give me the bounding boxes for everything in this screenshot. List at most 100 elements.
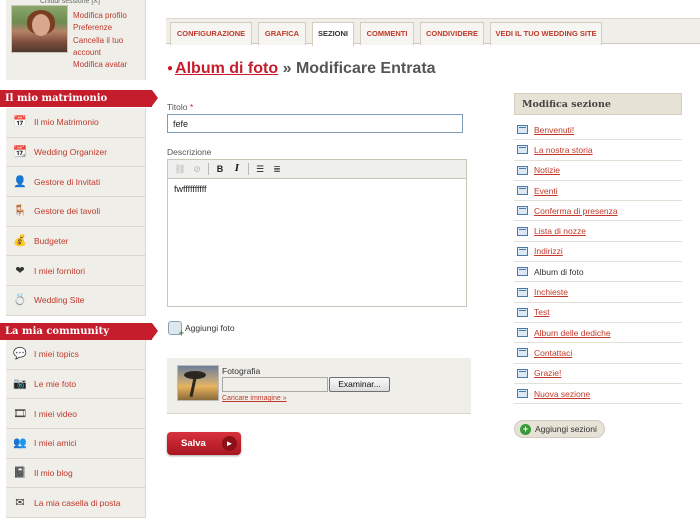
tabs-bar: CONFIGURAZIONE GRAFICA SEZIONI COMMENTI COND… — [166, 18, 700, 46]
section-item[interactable]: Test — [514, 303, 682, 323]
sidebar-item[interactable]: 📆 Wedding Organizer — [6, 138, 145, 168]
bold-button[interactable]: B — [213, 162, 227, 176]
tab[interactable]: VEDI IL TUO WEDDING SITE — [490, 22, 602, 45]
page-icon — [517, 125, 528, 135]
sections-panel-title: Modifica sezione — [514, 93, 682, 115]
sidebar-item-label: I miei topics — [34, 349, 79, 360]
sidebar-item[interactable]: 📅 Il mio Matrimonio — [6, 108, 145, 138]
save-button[interactable]: Salva ► — [167, 432, 241, 455]
add-photo-label: Aggiungi foto — [185, 323, 235, 333]
avatar[interactable] — [11, 5, 68, 53]
sidebar-item[interactable]: ✉ La mia casella di posta — [6, 488, 145, 519]
page-icon — [517, 246, 528, 256]
sidebar-item-label: Gestore dei tavoli — [34, 206, 101, 217]
sidebar-item-label: La mia casella di posta — [34, 497, 121, 508]
section-title-community: La mia community — [0, 323, 158, 340]
tab[interactable]: COMMENTI — [360, 22, 414, 45]
file-input[interactable] — [222, 377, 328, 392]
section-item-label: Test — [534, 307, 550, 318]
sidebar-item-label: I miei amici — [34, 438, 77, 449]
calendar-clock-icon: 📅 — [13, 116, 27, 129]
section-title-wedding: Il mio matrimonio — [0, 90, 158, 107]
page-icon — [517, 328, 528, 338]
description-textarea[interactable]: fwffffffffff — [168, 179, 466, 199]
section-item-label: Lista di nozze — [534, 226, 586, 237]
section-item-label: Benvenuti! — [534, 124, 575, 135]
link-icon[interactable]: ⛓ — [173, 162, 187, 176]
mailbox-icon: ✉ — [15, 496, 25, 509]
page-icon — [517, 165, 528, 175]
sidebar-item[interactable]: 💰 Budgeter — [6, 227, 145, 257]
unlink-icon[interactable]: ⊘ — [190, 162, 204, 176]
planner-icon: 📆 — [13, 146, 27, 159]
section-item[interactable]: Nuova sezione — [514, 384, 682, 405]
section-item[interactable]: Conferma di presenza — [514, 201, 682, 222]
page-icon — [517, 287, 528, 297]
numbered-list-icon[interactable]: ≣ — [270, 162, 284, 176]
sidebar-item[interactable]: 🪑 Gestore dei tavoli — [6, 197, 145, 227]
sidebar-item-label: Budgeter — [34, 236, 69, 247]
italic-button[interactable]: I — [230, 162, 244, 176]
add-photo-button[interactable]: Aggiungi foto — [168, 321, 235, 338]
tab[interactable]: CONFIGURAZIONE — [170, 22, 252, 45]
save-label: Salva — [181, 438, 206, 449]
page-icon — [517, 307, 528, 317]
bullet-list-icon[interactable]: ☰ — [253, 162, 267, 176]
section-item[interactable]: Album delle dediche — [514, 323, 682, 344]
sidebar-item[interactable]: 📓 Il mio blog — [6, 459, 145, 489]
section-item-label: Eventi — [534, 185, 558, 196]
edit-avatar-link[interactable]: Modifica avatar — [73, 59, 145, 71]
section-item-label: Conferma di presenza — [534, 205, 618, 216]
section-item[interactable]: Lista di nozze — [514, 221, 682, 242]
blog-icon: 📓 — [13, 467, 27, 480]
upload-image-link[interactable]: Caricare immagine » — [222, 395, 287, 402]
section-item[interactable]: Album di foto — [514, 262, 682, 283]
add-section-button[interactable]: + Aggiungi sezioni — [514, 420, 605, 438]
sidebar-item-label: Gestore di Invitati — [34, 176, 101, 187]
section-item[interactable]: Inchieste — [514, 282, 682, 303]
friends-icon: 👥 — [13, 437, 27, 450]
section-item-label: Contattaci — [534, 347, 573, 358]
page-icon — [517, 348, 528, 358]
sidebar-item[interactable]: 👤 Gestore di Invitati — [6, 167, 145, 198]
section-item[interactable]: Contattaci — [514, 343, 682, 364]
photo-upload-row: Fotografia Examinar... Caricare immagine… — [167, 358, 471, 414]
photo-icon: 📷 — [13, 378, 27, 391]
sidebar-item[interactable]: 📷 Le mie foto — [6, 370, 145, 400]
section-item[interactable]: Grazie! — [514, 364, 682, 384]
section-item[interactable]: La nostra storia — [514, 140, 682, 161]
breadcrumb-link[interactable]: Album di foto — [175, 60, 278, 77]
section-item[interactable]: Notizie — [514, 161, 682, 181]
tab[interactable]: GRAFICA — [258, 22, 306, 45]
title-input[interactable] — [167, 114, 463, 133]
sidebar-item-label: I miei video — [34, 408, 77, 419]
sidebar-item[interactable]: ❤ I miei fornitori — [6, 256, 145, 287]
browse-button[interactable]: Examinar... — [329, 377, 390, 392]
page-icon — [517, 389, 528, 398]
profile-links: Modifica profilo Preferenze Cancella il … — [73, 10, 145, 71]
edit-profile-link[interactable]: Modifica profilo — [73, 10, 145, 22]
sidebar-item-label: Wedding Site — [34, 295, 85, 306]
tab[interactable]: SEZIONI — [312, 22, 354, 46]
budget-icon: 💰 — [13, 235, 27, 248]
community-menu: 💬 I miei topics 📷 Le mie foto 🎞 I miei video 👥… — [6, 340, 146, 519]
sidebar-item[interactable]: 👥 I miei amici — [6, 429, 145, 459]
left-sidebar: Chiudi sessione [X] Modifica profilo Pre… — [0, 0, 158, 523]
sidebar-item[interactable]: 💍 Wedding Site — [6, 286, 145, 316]
tables-icon: 🪑 — [13, 205, 27, 218]
section-item[interactable]: Eventi — [514, 181, 682, 202]
page-icon — [517, 267, 528, 277]
delete-account-link[interactable]: Cancella il tuo account — [73, 35, 145, 60]
sidebar-item[interactable]: 🎞 I miei video — [6, 399, 145, 430]
preferences-link[interactable]: Preferenze — [73, 22, 145, 34]
section-item[interactable]: Benvenuti! — [514, 120, 682, 141]
section-item-label: Album delle dediche — [534, 327, 611, 338]
sections-panel: Modifica sezione Benvenuti! La nostra sto… — [514, 93, 682, 411]
chat-bubbles-icon: 💬 — [13, 348, 27, 361]
description-label: Descrizione — [167, 147, 212, 157]
section-item[interactable]: Indirizzi — [514, 242, 682, 263]
sidebar-item[interactable]: 💬 I miei topics — [6, 340, 145, 370]
section-item-label: Inchieste — [534, 287, 569, 298]
tab[interactable]: CONDIVIDERE — [420, 22, 484, 45]
film-icon: 🎞 — [13, 407, 27, 420]
